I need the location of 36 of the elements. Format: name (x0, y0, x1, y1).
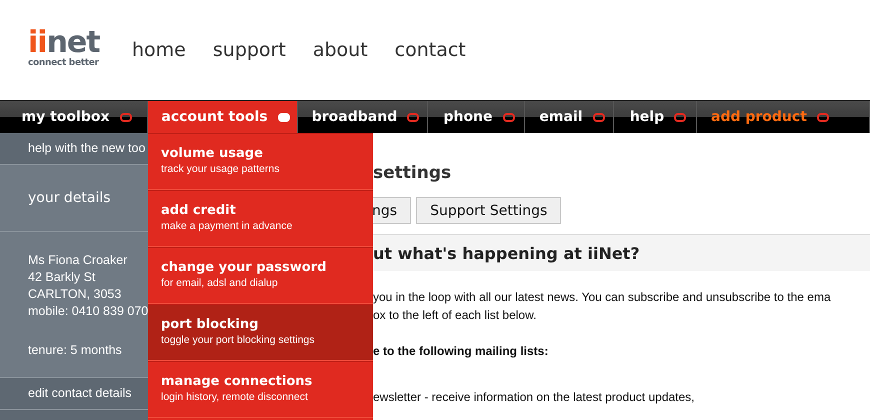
settings-tab-button[interactable]: Support Settings (416, 197, 562, 224)
contact-detail: 42 Barkly St (28, 269, 96, 286)
ring-icon (407, 112, 420, 122)
menu-tab[interactable]: broadband (298, 101, 428, 133)
menu-tab[interactable]: account tools (148, 101, 298, 133)
dropdown-item[interactable]: volume usage track your usage patterns (148, 133, 373, 190)
contact-detail: mobile: 0410 839 070 (28, 303, 148, 320)
contact-detail: Ms Fiona Croaker (28, 252, 128, 269)
section-title: your details (28, 190, 111, 206)
section-heading: ut what's happening at iiNet? (373, 244, 640, 262)
dropdown-item[interactable]: manage connections login history, remote disconnect (148, 361, 373, 418)
ring-icon (502, 112, 515, 122)
ring-icon (816, 112, 829, 122)
dropdown-item[interactable]: add credit make a payment in advance (148, 190, 373, 247)
nav-link[interactable]: contact (394, 39, 466, 61)
menu-tab[interactable]: help (614, 101, 697, 133)
mailing-list-item: ewsletter - receive information on the latest product updates, (373, 389, 696, 406)
menu-tab[interactable]: add product (697, 101, 870, 133)
paragraph-text: you in the loop with all our latest news. You can subscribe and unsubscribe to the ema (373, 289, 832, 306)
ring-icon (592, 112, 605, 122)
nav-link[interactable]: home (132, 39, 186, 61)
settings-tab-button[interactable]: ngs (371, 197, 412, 224)
paragraph-text: ox to the left of each list below. (373, 307, 538, 324)
logo[interactable]: iinet connect better (28, 28, 100, 72)
tenure-text: tenure: 5 months (28, 342, 123, 359)
ring-icon (120, 112, 132, 122)
menu-tab[interactable]: email (525, 101, 614, 133)
ring-icon (674, 112, 686, 122)
page-heading: settings (373, 163, 452, 183)
menu-tab[interactable]: phone (428, 101, 525, 133)
dropdown-item[interactable]: port blocking toggle your port blocking settings (148, 304, 373, 361)
ring-icon (278, 112, 290, 122)
nav-link[interactable]: about (312, 39, 368, 61)
nav-link[interactable]: support (212, 39, 286, 61)
subheading: e to the following mailing lists: (373, 344, 550, 358)
contact-detail: CARLTON, 3053 (28, 286, 122, 303)
